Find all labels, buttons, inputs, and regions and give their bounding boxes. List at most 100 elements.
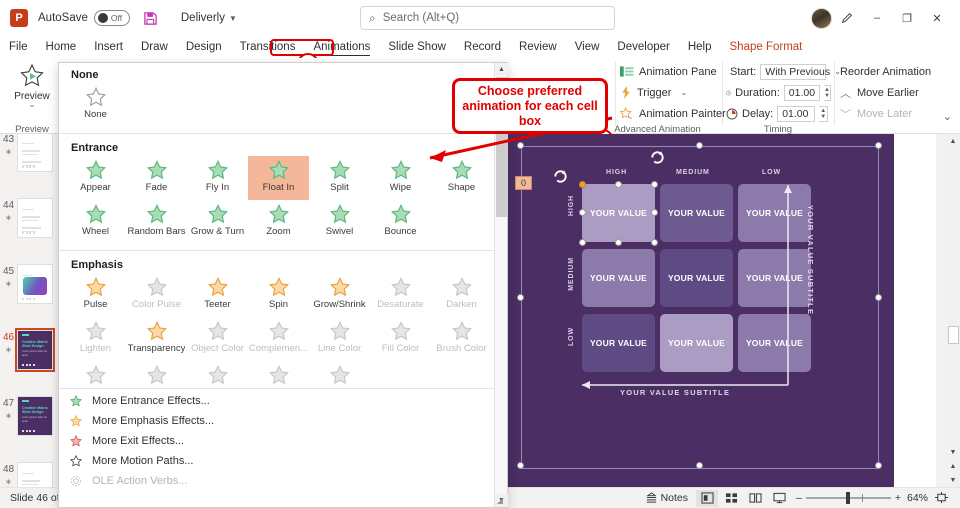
tab-home[interactable]: Home <box>37 36 86 58</box>
gallery-item-none[interactable]: None <box>65 83 126 127</box>
thumbnail-row[interactable]: 45 ✶ <box>0 260 58 326</box>
notes-button[interactable]: Notes <box>645 492 688 504</box>
ribbon-collapse-chevron-icon[interactable]: ⌄ <box>943 110 952 123</box>
gallery-item-spin[interactable]: Spin <box>248 273 309 317</box>
selection-handle-ml[interactable] <box>517 294 524 301</box>
move-earlier-button[interactable]: ︿ Move Earlier <box>840 82 940 103</box>
trigger-button[interactable]: Trigger ⌄ <box>620 82 730 103</box>
gallery-item-random-bars[interactable]: Random Bars <box>126 200 187 244</box>
gallery-item-appear[interactable]: Appear <box>65 156 126 200</box>
tab-record[interactable]: Record <box>455 36 510 58</box>
zoom-track[interactable] <box>805 492 891 504</box>
preview-chevron-icon[interactable]: ⌄ <box>29 101 36 109</box>
slide-46[interactable]: 0 HIGH MEDIUM LOW HIGH MEDIUM LOW YOUR V… <box>506 134 894 487</box>
scroll-thumb[interactable] <box>948 326 959 344</box>
gallery-item-bounce[interactable]: Bounce <box>370 200 431 244</box>
gallery-item-float-in[interactable]: Float In <box>248 156 309 200</box>
thumbnail-card[interactable]: Creative Matrix Slide Design Lorem ipsum … <box>17 396 53 436</box>
start-select[interactable]: With Previous <box>760 63 830 80</box>
menu-more-entrance-effects[interactable]: More Entrance Effects... <box>59 391 496 411</box>
minimize-button[interactable]: – <box>862 4 892 32</box>
avatar[interactable] <box>811 7 832 29</box>
canvas-vertical-scrollbar[interactable]: ▲ ▼ ▲ ▼ <box>946 134 960 487</box>
document-name[interactable]: Deliverly <box>181 12 225 24</box>
animation-painter-button[interactable]: Animation Painter <box>620 103 730 124</box>
rotate-handle-group[interactable] <box>649 149 666 169</box>
zoom-in-button[interactable]: + <box>895 492 901 504</box>
tab-draw[interactable]: Draw <box>132 36 177 58</box>
animation-pane-button[interactable]: Animation Pane <box>620 61 730 82</box>
thumbnail-row[interactable]: 48 ✶ <box>0 458 58 487</box>
pen-icon[interactable] <box>832 4 862 32</box>
thumbnail-row[interactable]: 43 ✶ <box>0 134 58 194</box>
gallery-item-fade[interactable]: Fade <box>126 156 187 200</box>
search-input[interactable]: ⌕ Search (Alt+Q) <box>360 6 615 30</box>
tab-help[interactable]: Help <box>679 36 721 58</box>
delay-input[interactable]: 01.00 <box>777 105 816 122</box>
gallery-item-wheel[interactable]: Wheel <box>65 200 126 244</box>
animation-tag-0[interactable]: 0 <box>515 176 533 190</box>
tab-transitions[interactable]: Transitions <box>231 36 305 58</box>
thumbnail-card[interactable] <box>17 198 53 238</box>
tab-file[interactable]: File <box>0 36 37 58</box>
gallery-item-grow-shrink[interactable]: Grow/Shrink <box>309 273 370 317</box>
gallery-item-zoom[interactable]: Zoom <box>248 200 309 244</box>
view-slide-sorter-button[interactable] <box>720 490 742 507</box>
gallery-item-teeter[interactable]: Teeter <box>187 273 248 317</box>
gallery-item-fly-in[interactable]: Fly In <box>187 156 248 200</box>
duration-stepper[interactable]: ▲ ▼ <box>824 84 831 101</box>
tab-animations[interactable]: Animations <box>304 36 379 58</box>
close-button[interactable]: ✕ <box>922 4 952 32</box>
selection-handle-br[interactable] <box>875 462 882 469</box>
selection-handle-bc[interactable] <box>696 462 703 469</box>
thumbnail-card[interactable] <box>17 264 53 304</box>
document-menu-chevron-icon[interactable]: ▼ <box>229 14 237 23</box>
tab-insert[interactable]: Insert <box>85 36 132 58</box>
tab-review[interactable]: Review <box>510 36 566 58</box>
thumbnail-card[interactable] <box>17 462 53 487</box>
zoom-out-button[interactable]: – <box>796 492 802 504</box>
selection-handle-tc[interactable] <box>696 142 703 149</box>
next-slide-icon[interactable]: ▼ <box>946 473 960 487</box>
rotate-handle-cell[interactable] <box>552 168 569 188</box>
gallery-item-swivel[interactable]: Swivel <box>309 200 370 244</box>
selection-handle-bl[interactable] <box>517 462 524 469</box>
gallery-resize-grip[interactable]: ◢ <box>497 496 503 505</box>
thumbnail-card[interactable]: Creative Matrix Slide Design Lorem ipsum … <box>15 328 55 372</box>
duration-input[interactable]: 01.00 <box>783 84 821 101</box>
tab-view[interactable]: View <box>566 36 609 58</box>
slide-thumbnail-pane[interactable]: 43 ✶ 44 ✶ 45 ✶ 46 ✶ Creative Matrix Slide Design… <box>0 134 58 487</box>
view-reading-button[interactable] <box>744 490 766 507</box>
zoom-slider[interactable]: – + <box>796 492 901 504</box>
save-icon[interactable] <box>142 10 159 27</box>
view-slide-show-button[interactable] <box>768 490 790 507</box>
fit-to-window-button[interactable] <box>930 490 952 507</box>
thumbnail-row[interactable]: 47 ✶ Creative Matrix Slide Design Lorem ips… <box>0 392 58 458</box>
autosave-toggle[interactable]: Off <box>93 10 130 26</box>
view-normal-button[interactable] <box>696 489 718 507</box>
zoom-knob[interactable] <box>845 492 850 504</box>
preview-button[interactable]: Preview ⌄ <box>8 60 56 124</box>
gallery-item-split[interactable]: Split <box>309 156 370 200</box>
selection-handle-mr[interactable] <box>875 294 882 301</box>
delay-stepper[interactable]: ▲ ▼ <box>819 105 829 122</box>
gallery-item-pulse[interactable]: Pulse <box>65 273 126 317</box>
tab-shape-format[interactable]: Shape Format <box>721 36 812 58</box>
scroll-down-icon[interactable]: ▼ <box>946 445 960 459</box>
trigger-chevron-icon[interactable]: ⌄ <box>680 88 687 97</box>
gallery-scroll-up-icon[interactable]: ▲ <box>495 63 508 76</box>
gallery-item-grow-turn[interactable]: Grow & Turn <box>187 200 248 244</box>
scroll-up-icon[interactable]: ▲ <box>946 134 960 148</box>
restore-button[interactable]: ❐ <box>892 4 922 32</box>
menu-more-exit-effects[interactable]: More Exit Effects... <box>59 431 496 451</box>
menu-more-emphasis-effects[interactable]: More Emphasis Effects... <box>59 411 496 431</box>
tab-slide-show[interactable]: Slide Show <box>379 36 455 58</box>
tab-developer[interactable]: Developer <box>608 36 678 58</box>
gallery-item-transparency[interactable]: Transparency <box>126 317 187 361</box>
thumbnail-card[interactable] <box>17 134 53 172</box>
tab-design[interactable]: Design <box>177 36 231 58</box>
previous-slide-icon[interactable]: ▲ <box>946 459 960 473</box>
thumbnail-row[interactable]: 46 ✶ Creative Matrix Slide Design Lorem ips… <box>0 326 58 392</box>
thumbnail-row[interactable]: 44 ✶ <box>0 194 58 260</box>
selection-handle-tr[interactable] <box>875 142 882 149</box>
